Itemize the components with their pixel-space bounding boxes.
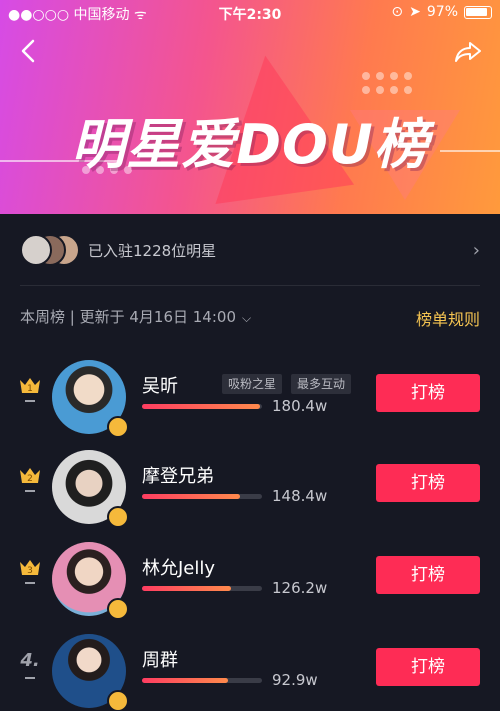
score-value: 148.4w [272, 487, 328, 505]
svg-text:1: 1 [27, 384, 33, 394]
avatar [20, 234, 52, 266]
progress-fill [142, 586, 231, 591]
rank-change-icon [25, 677, 35, 679]
rank-badge: 3 [14, 558, 46, 584]
header-banner: ●●○○○ 中国移动 ᯤ 下午2:30 ⊙ ➤ 97% 明星爱DOU榜 [0, 0, 500, 214]
svg-text:3: 3 [27, 566, 33, 576]
verified-icon [107, 506, 129, 528]
tag-badge: 吸粉之星 [222, 374, 283, 394]
vote-button[interactable]: 打榜 [376, 556, 480, 594]
ranking-row: 2 摩登兄弟 148.4w 打榜 [0, 450, 500, 542]
verified-icon [107, 416, 129, 438]
chevron-right-icon[interactable]: › [473, 240, 480, 261]
battery-icon [464, 5, 492, 19]
rank-number: 4. [20, 650, 40, 671]
page-title: 明星爱DOU榜 [71, 113, 429, 176]
ranking-row: 1 吴昕 吸粉之星 最多互动 180.4w 打榜 [0, 360, 500, 452]
svg-text:2: 2 [27, 474, 33, 484]
score-value: 180.4w [272, 397, 328, 415]
week-label: 本周榜 | 更新于 4月16日 14:00 [20, 308, 236, 326]
vote-button[interactable]: 打榜 [376, 464, 480, 502]
progress-fill [142, 494, 241, 499]
score-value: 126.2w [272, 579, 328, 597]
rank-badge: 1 [14, 376, 46, 402]
location-icon: ➤ [409, 4, 421, 20]
banner-dots [362, 72, 412, 94]
crown-icon: 3 [19, 558, 41, 576]
verified-icon [107, 690, 129, 711]
progress-bar [142, 404, 262, 409]
star-name[interactable]: 周群 [142, 646, 178, 672]
week-selector[interactable]: 本周榜 | 更新于 4月16日 14:00 ⌵ [20, 306, 251, 327]
rank-badge: 2 [14, 466, 46, 492]
crown-icon: 1 [19, 376, 41, 394]
rank-change-icon [25, 490, 35, 492]
resident-avatars [20, 234, 80, 266]
rank-badge: 4. [14, 650, 46, 679]
progress-fill [142, 678, 229, 683]
verified-icon [107, 598, 129, 620]
status-right: ⊙ ➤ 97% [391, 4, 492, 20]
status-bar: ●●○○○ 中国移动 ᯤ 下午2:30 ⊙ ➤ 97% [0, 0, 500, 26]
battery-percent: 97% [426, 4, 458, 20]
share-icon[interactable] [454, 40, 482, 64]
chevron-down-icon: ⌵ [242, 311, 252, 325]
vote-button[interactable]: 打榜 [376, 374, 480, 412]
score-value: 92.9w [272, 671, 318, 689]
progress-bar [142, 586, 262, 591]
vote-button[interactable]: 打榜 [376, 648, 480, 686]
star-name[interactable]: 摩登兄弟 [142, 462, 214, 488]
ranking-row: 4. 周群 92.9w 打榜 [0, 634, 500, 711]
rank-change-icon [25, 582, 35, 584]
divider [20, 285, 480, 286]
star-name[interactable]: 吴昕 [142, 372, 178, 398]
tag-badge: 最多互动 [291, 374, 352, 394]
rank-change-icon [25, 400, 35, 402]
progress-bar [142, 494, 262, 499]
lock-icon: ⊙ [391, 4, 404, 20]
residents-row[interactable]: 已入驻1228位明星 › [0, 214, 500, 286]
residents-count: 已入驻1228位明星 [88, 242, 217, 260]
back-icon[interactable] [16, 38, 42, 64]
crown-icon: 2 [19, 466, 41, 484]
star-name[interactable]: 林允Jelly [142, 554, 215, 580]
progress-fill [142, 404, 260, 409]
ranking-row: 3 林允Jelly 126.2w 打榜 [0, 542, 500, 634]
rules-link[interactable]: 榜单规则 [416, 306, 480, 330]
progress-bar [142, 678, 262, 683]
